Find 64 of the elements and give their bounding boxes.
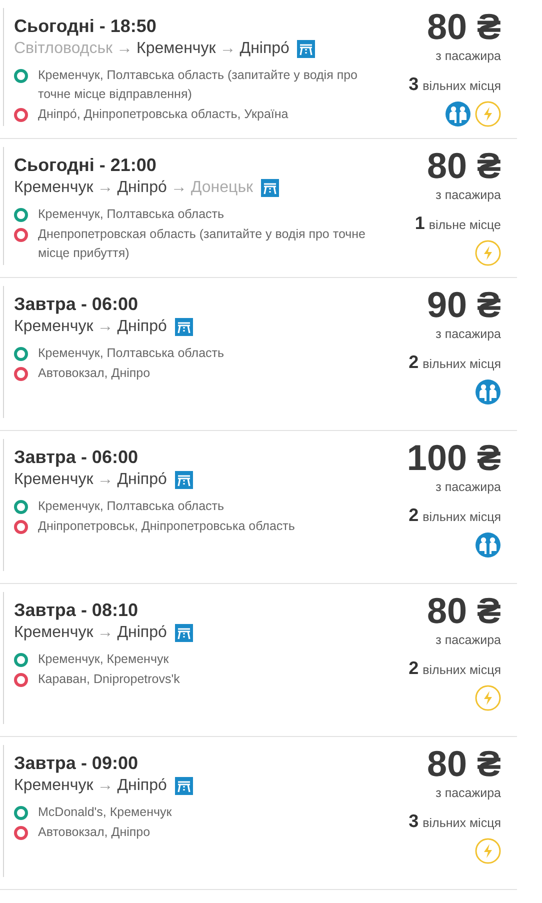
arrow-text: → xyxy=(97,317,114,337)
seat-label: вільних місця xyxy=(422,816,501,830)
seat-label: вільних місця xyxy=(422,510,501,524)
trip-time: Завтра - 06:00 xyxy=(14,446,139,469)
route-city: Дніпро́ xyxy=(117,776,167,796)
arrow-text: → xyxy=(116,39,133,59)
seat-count: 3 xyxy=(408,811,419,832)
route-city: Кременчук xyxy=(14,470,94,490)
price: 90 ₴ xyxy=(426,284,501,326)
stop-address: Кременчук, Полтавська область xyxy=(38,498,224,515)
route-city: Кременчук xyxy=(14,623,94,643)
price-note: з пасажира xyxy=(436,785,501,801)
trip-time: Завтра - 06:00 xyxy=(14,293,139,316)
route-city: Дніпро́ xyxy=(117,470,167,490)
seat-count: 2 xyxy=(408,658,419,679)
trip-time: Завтра - 09:00 xyxy=(14,752,139,775)
route-city: Дніпро́ xyxy=(117,317,167,337)
price-note: з пасажира xyxy=(436,326,501,342)
seat-label: вільних місця xyxy=(422,663,501,677)
route-city: Кременчук xyxy=(14,178,94,198)
trip-time: Завтра - 08:10 xyxy=(14,599,139,622)
stop-address: McDonald's, Кременчук xyxy=(38,804,172,821)
price-note: з пасажира xyxy=(436,479,501,495)
route-city: Донецьк xyxy=(190,178,254,198)
route-city: Дніпро́ xyxy=(117,178,167,198)
stop-address: Автовокзал, Дніпро xyxy=(38,824,150,841)
route-city: Кременчук xyxy=(136,39,216,59)
route-city: Кременчук xyxy=(14,317,94,337)
route-city: Дніпро́ xyxy=(240,39,290,59)
stop-address: Кременчук, Полтавська область xyxy=(38,206,224,223)
price: 80 ₴ xyxy=(426,6,501,48)
arrow-text: → xyxy=(97,178,114,198)
seat-count: 3 xyxy=(408,74,419,95)
trip-time: Сьогодні - 18:50 xyxy=(14,15,158,38)
stop-address: Автовокзал, Дніпро xyxy=(38,365,150,382)
route-city: Кременчук xyxy=(14,776,94,796)
price-note: з пасажира xyxy=(436,632,501,648)
arrow-text: → xyxy=(97,623,114,643)
price-note: з пасажира xyxy=(436,48,501,64)
price: 80 ₴ xyxy=(426,743,501,785)
price: 80 ₴ xyxy=(426,145,501,187)
seat-label: вільних місця xyxy=(422,79,501,93)
seat-label: вільне місце xyxy=(428,218,501,232)
stop-address: Дніпропетровськ, Дніпропетровська область xyxy=(38,518,295,535)
seat-count: 1 xyxy=(414,213,425,234)
stop-address: Кременчук, Кременчук xyxy=(38,651,169,668)
arrow-text: → xyxy=(220,39,236,59)
price-note: з пасажира xyxy=(436,187,501,203)
seat-count: 2 xyxy=(408,352,419,373)
stop-address: Кременчук, Полтавська область xyxy=(38,345,224,362)
price: 80 ₴ xyxy=(426,590,501,632)
stop-address: Дніпро́, Дніпропетровська область, Україна xyxy=(38,106,288,123)
arrow-text: → xyxy=(97,776,114,796)
route-city: Світловодськ xyxy=(14,39,113,59)
price: 100 ₴ xyxy=(406,437,501,479)
arrow-text: → xyxy=(97,470,114,490)
seat-count: 2 xyxy=(408,505,419,526)
arrow-text: → xyxy=(170,178,187,198)
stop-address: Днепропетровская область (запитайте у водія про точне місце прибуття) xyxy=(38,226,366,262)
trip-time: Сьогодні - 21:00 xyxy=(14,154,158,177)
seat-label: вільних місця xyxy=(422,357,501,371)
stop-address: Кременчук, Полтавська область (запитайте у водія про точне місце відправлення) xyxy=(38,67,359,103)
route-city: Дніпро́ xyxy=(117,623,167,643)
stop-address: Караван, Dnipropetrovs'k xyxy=(38,671,180,688)
